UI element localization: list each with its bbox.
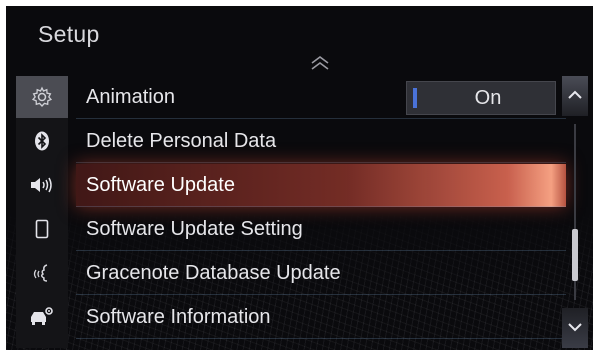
speaker-icon xyxy=(29,175,55,195)
bluetooth-icon xyxy=(33,131,51,151)
list-scrollbar[interactable] xyxy=(562,76,588,348)
menu-item-software-information[interactable]: Software Information xyxy=(76,296,566,339)
setup-screen: Setup Animation On Delete Personal Data … xyxy=(6,6,593,350)
chevron-up-icon xyxy=(567,87,583,105)
scroll-down-button[interactable] xyxy=(562,308,588,348)
gear-icon xyxy=(31,86,53,108)
menu-item-label: Software Update Setting xyxy=(86,218,303,240)
sidebar-item-phone[interactable] xyxy=(16,208,68,250)
menu-item-gracenote-database-update[interactable]: Gracenote Database Update xyxy=(76,252,566,295)
scroll-up-button[interactable] xyxy=(562,76,588,116)
scroll-thumb[interactable] xyxy=(572,229,578,282)
menu-item-delete-personal-data[interactable]: Delete Personal Data xyxy=(76,120,566,163)
menu-item-label: Delete Personal Data xyxy=(86,130,277,152)
menu-item-label: Software Information xyxy=(86,306,271,328)
chevron-down-icon xyxy=(567,319,583,337)
sidebar xyxy=(16,76,68,348)
page-title: Setup xyxy=(38,21,100,47)
menu-item-software-update[interactable]: Software Update xyxy=(76,164,566,207)
menu-item-animation[interactable]: Animation On xyxy=(76,76,566,119)
sidebar-item-audio[interactable] xyxy=(16,164,68,206)
menu-item-label: Software Update xyxy=(86,174,235,196)
animation-toggle[interactable]: On xyxy=(406,81,556,115)
menu-item-software-update-setting[interactable]: Software Update Setting xyxy=(76,208,566,251)
scroll-up-indicator-icon[interactable] xyxy=(310,54,330,72)
settings-list: Animation On Delete Personal Data Softwa… xyxy=(76,76,566,348)
sidebar-item-bluetooth[interactable] xyxy=(16,120,68,162)
menu-item-label: Animation xyxy=(86,86,175,108)
sidebar-item-voice[interactable] xyxy=(16,252,68,294)
phone-icon xyxy=(35,219,49,239)
toggle-value: On xyxy=(474,87,502,109)
sidebar-item-vehicle[interactable] xyxy=(16,296,68,338)
voice-icon xyxy=(31,262,53,284)
menu-item-label: Gracenote Database Update xyxy=(86,262,341,284)
vehicle-settings-icon xyxy=(29,306,55,328)
sidebar-item-setup[interactable] xyxy=(16,76,68,118)
